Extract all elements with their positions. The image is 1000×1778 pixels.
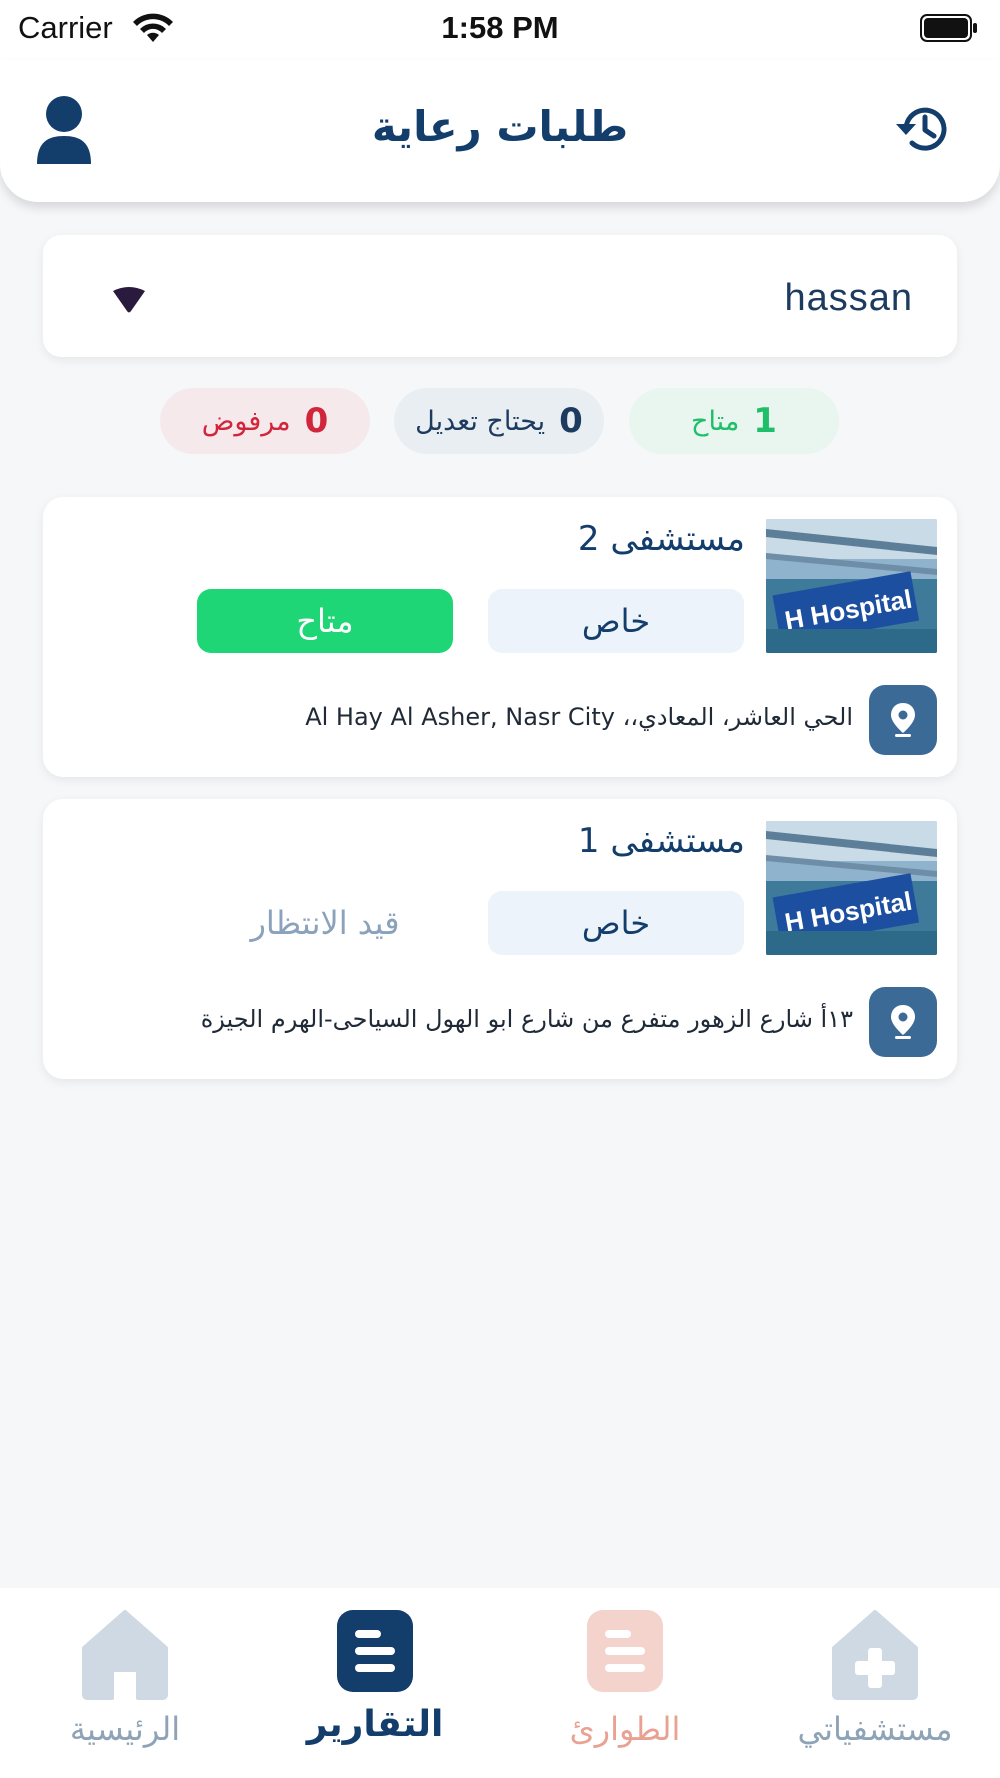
- history-icon[interactable]: [894, 100, 954, 158]
- clock: 1:58 PM: [441, 10, 559, 45]
- location-button[interactable]: [869, 987, 937, 1057]
- nav-label-my-hospitals: مستشفياتي: [797, 1710, 953, 1748]
- page-title: طلبات رعاية: [371, 102, 629, 151]
- stat-needs-edit-label: يحتاج تعديل: [415, 405, 546, 437]
- nav-label-home: الرئيسية: [69, 1710, 181, 1748]
- hospital-status-chip: متاح: [197, 589, 453, 653]
- nav-label-emergency: الطوارئ: [569, 1710, 681, 1748]
- hospital-card[interactable]: H Hospital مستشفى 2 خاص متاح الحي العاشر…: [43, 497, 957, 777]
- stat-rejected-count: 0: [304, 401, 329, 441]
- stat-available-label: متاح: [691, 405, 740, 437]
- dropdown-selected-value: hassan: [784, 277, 913, 319]
- status-bar: Carrier 1:58 PM: [0, 0, 1000, 60]
- location-pin-icon: [891, 1005, 915, 1039]
- stat-available[interactable]: 1 متاح: [629, 388, 839, 454]
- nav-tab-reports[interactable]: التقارير: [265, 1588, 485, 1778]
- hospital-icon: [832, 1610, 918, 1700]
- user-filter-dropdown[interactable]: hassan: [43, 235, 957, 357]
- hospital-type-chip: خاص: [488, 589, 744, 653]
- hospital-address: ١٣أ شارع الزهور متفرع من شارع ابو الهول …: [200, 1005, 853, 1033]
- nav-tab-my-hospitals[interactable]: مستشفياتي: [765, 1588, 985, 1778]
- hospital-type-chip: خاص: [488, 891, 744, 955]
- location-pin-icon: [891, 703, 915, 737]
- hospital-image: H Hospital: [766, 519, 937, 653]
- nav-label-reports: التقارير: [306, 1704, 444, 1745]
- battery-icon: [920, 14, 977, 42]
- document-list-icon: [337, 1610, 413, 1692]
- chevron-down-icon: [113, 287, 145, 313]
- stat-available-count: 1: [753, 401, 777, 441]
- stat-rejected-label: مرفوض: [201, 405, 291, 437]
- location-button[interactable]: [869, 685, 937, 755]
- hospital-card[interactable]: H Hospital مستشفى 1 خاص قيد الانتظار ١٣أ…: [43, 799, 957, 1079]
- nav-tab-home[interactable]: الرئيسية: [15, 1588, 235, 1778]
- stat-rejected[interactable]: 0 مرفوض: [160, 388, 370, 454]
- hospital-name: مستشفى 2: [577, 519, 745, 559]
- hospital-name: مستشفى 1: [577, 821, 745, 861]
- stat-needs-edit-count: 0: [559, 401, 583, 441]
- document-list-icon: [587, 1610, 663, 1692]
- stat-needs-edit[interactable]: 0 يحتاج تعديل: [394, 388, 604, 454]
- hospital-address: الحي العاشر، المعادي،، Al Hay Al Asher, …: [305, 703, 853, 731]
- home-icon: [82, 1610, 168, 1700]
- app-header: طلبات رعاية: [0, 60, 1000, 202]
- nav-tab-emergency[interactable]: الطوارئ: [515, 1588, 735, 1778]
- hospital-image: H Hospital: [766, 821, 937, 955]
- bottom-nav: الرئيسية التقارير الطوارئ مستشفياتي: [0, 1588, 1000, 1778]
- hospital-status-text: قيد الانتظار: [250, 904, 400, 942]
